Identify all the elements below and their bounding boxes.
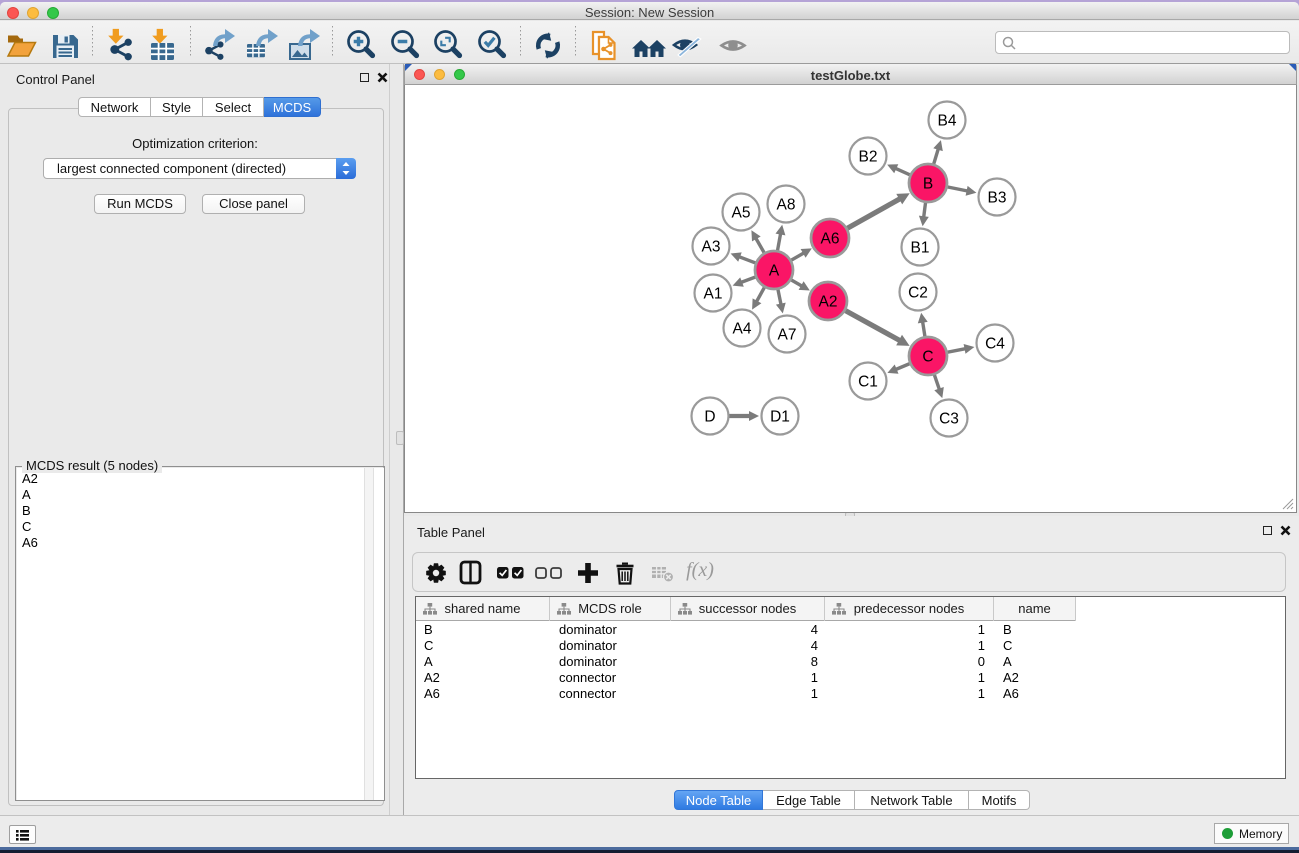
- svg-text:A8: A8: [777, 197, 796, 214]
- svg-text:B3: B3: [988, 190, 1007, 207]
- svg-text:A3: A3: [702, 239, 721, 256]
- svg-text:D1: D1: [770, 409, 790, 426]
- svg-text:B2: B2: [859, 149, 878, 166]
- svg-text:C4: C4: [985, 336, 1005, 353]
- svg-text:A4: A4: [733, 321, 752, 338]
- svg-text:C: C: [922, 349, 933, 366]
- svg-text:A7: A7: [778, 327, 797, 344]
- svg-text:B: B: [923, 176, 933, 193]
- svg-text:A: A: [769, 263, 780, 280]
- svg-text:C2: C2: [908, 285, 928, 302]
- svg-text:C3: C3: [939, 411, 959, 428]
- svg-text:A6: A6: [821, 231, 840, 248]
- svg-text:A1: A1: [704, 286, 723, 303]
- svg-text:B1: B1: [911, 240, 930, 257]
- svg-text:C1: C1: [858, 374, 878, 391]
- svg-text:A5: A5: [732, 205, 751, 222]
- svg-text:B4: B4: [938, 113, 957, 130]
- svg-text:D: D: [704, 409, 715, 426]
- svg-text:A2: A2: [819, 294, 838, 311]
